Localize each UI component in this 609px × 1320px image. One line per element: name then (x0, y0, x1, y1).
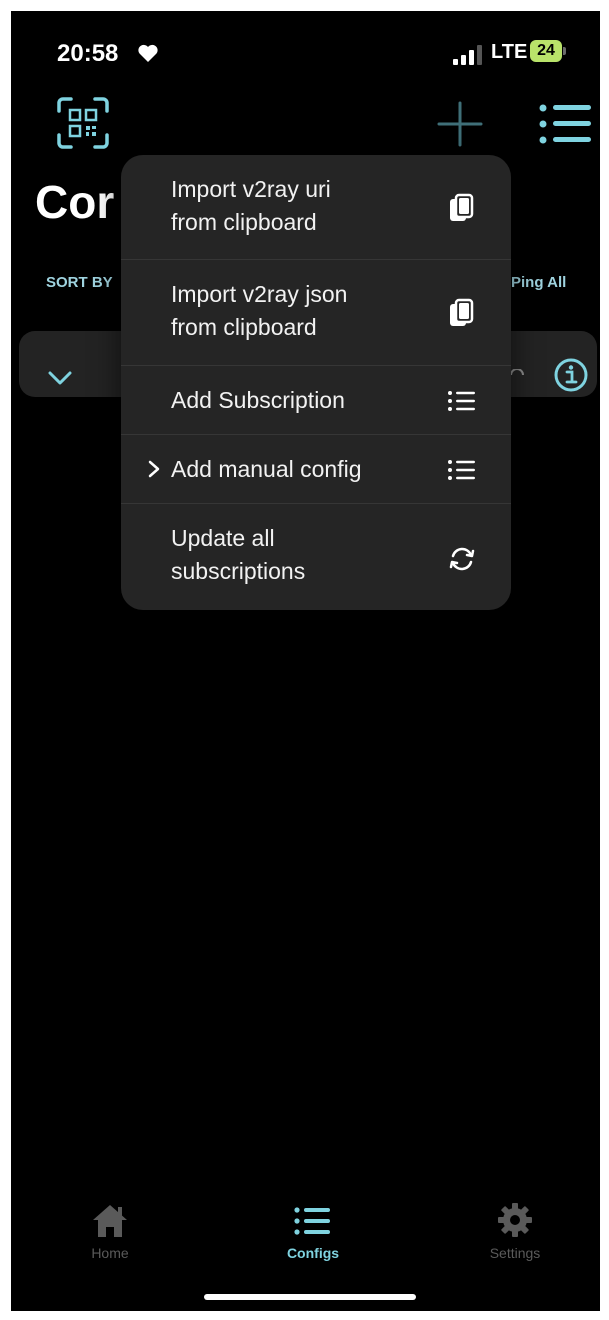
tab-label: Configs (286, 1245, 340, 1261)
menu-item-import-json[interactable]: Import v2ray json from clipboard (121, 260, 511, 366)
info-icon[interactable] (553, 357, 589, 393)
signal-strength-icon (453, 45, 482, 65)
menu-item-label: Add Subscription (171, 387, 345, 413)
add-config-menu: Import v2ray uri from clipboard Import v… (121, 155, 511, 610)
menu-item-label: Update all subscriptions (171, 522, 431, 588)
menu-item-label-line2: from clipboard (171, 209, 317, 235)
list-icon (448, 460, 475, 480)
menu-item-label: Add manual config (171, 456, 362, 482)
menu-item-add-subscription[interactable]: Add Subscription (121, 366, 511, 435)
menu-item-label-line1: Import v2ray json (171, 281, 348, 307)
menu-item-label-line1: Import v2ray uri (171, 176, 331, 202)
partial-icon (510, 369, 524, 376)
tab-configs[interactable]: Configs (273, 1201, 353, 1271)
menu-item-add-manual-config[interactable]: Add manual config (121, 435, 511, 504)
clipboard-icon (450, 193, 474, 221)
heart-icon (138, 44, 158, 62)
list-icon (448, 391, 475, 411)
refresh-icon (449, 547, 475, 571)
tab-label: Home (91, 1245, 129, 1261)
chevron-right-icon (148, 460, 160, 478)
menu-item-label-line1: Update all (171, 525, 275, 551)
menu-list-icon[interactable] (537, 99, 593, 149)
qr-scan-icon[interactable] (55, 95, 111, 151)
menu-item-label-line2: from clipboard (171, 314, 317, 340)
page-title: Cor (35, 176, 115, 228)
sort-by-button[interactable]: SORT BY (46, 274, 113, 291)
network-type: LTE (491, 41, 528, 63)
tab-settings[interactable]: Settings (475, 1201, 555, 1271)
status-time: 20:58 (57, 40, 119, 67)
gear-icon (498, 1203, 532, 1237)
add-icon[interactable] (435, 99, 485, 149)
list-icon (294, 1207, 330, 1235)
menu-item-import-uri[interactable]: Import v2ray uri from clipboard (121, 155, 511, 260)
home-icon (93, 1205, 127, 1237)
menu-item-update-subscriptions[interactable]: Update all subscriptions (121, 504, 511, 610)
tab-label: Settings (489, 1245, 541, 1261)
phone-screen: 20:58 LTE 24 Cor SORT BY Ping All Import… (11, 11, 600, 1311)
home-indicator[interactable] (204, 1294, 416, 1300)
menu-item-label-line2: subscriptions (171, 558, 306, 584)
chevron-down-icon[interactable] (47, 367, 73, 389)
battery-indicator: 24 (530, 40, 562, 62)
clipboard-icon (450, 298, 474, 326)
ping-all-button[interactable]: Ping All (511, 274, 566, 291)
menu-item-label: Import v2ray uri from clipboard (171, 173, 431, 239)
battery-tip (563, 47, 566, 55)
tab-home[interactable]: Home (75, 1201, 145, 1271)
menu-item-label: Import v2ray json from clipboard (171, 278, 431, 344)
